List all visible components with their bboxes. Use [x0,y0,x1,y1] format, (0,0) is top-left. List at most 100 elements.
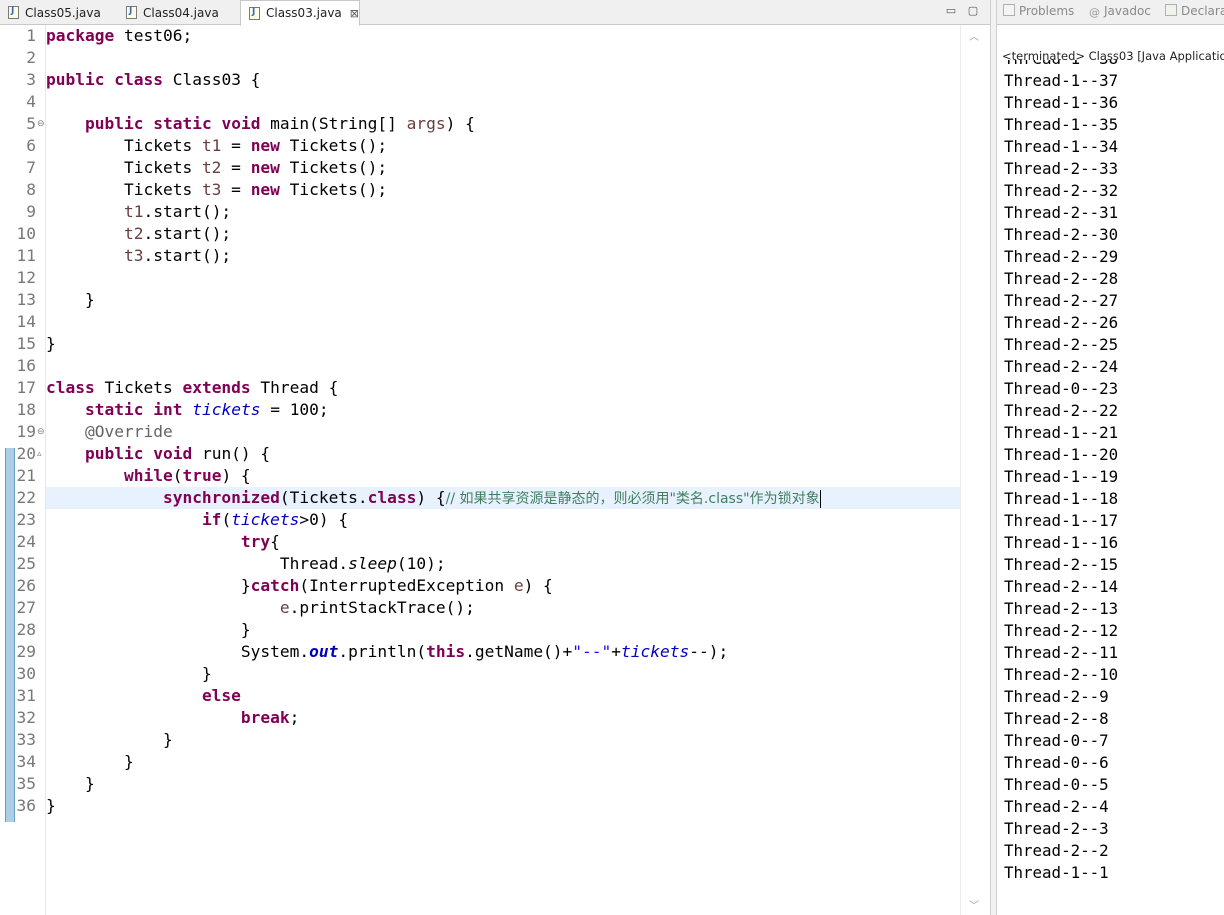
code-line-23: if(tickets>0) { [201,510,349,529]
console-output-line: Thread-0--23 [1004,379,1119,398]
console-view[interactable]: Problems @ Javadoc Declara <terminated> C… [997,0,1224,915]
pane-splitter[interactable] [990,0,997,915]
code-line-24: try{ [240,532,280,551]
tab-class03[interactable]: Class03.java ⊠ [240,0,360,26]
fold-collapse-icon[interactable]: ⊖ [37,113,45,135]
scroll-down-icon[interactable]: ﹀ [969,897,979,912]
code-line-34: } [46,752,134,771]
editor-vertical-scrollbar[interactable]: ︿ ﹀ [960,25,990,915]
tab-javadoc[interactable]: @ Javadoc [1089,4,1151,19]
tab-declaration[interactable]: Declara [1165,4,1224,18]
console-output-line: Thread-2--13 [1004,599,1119,618]
tab-class05[interactable]: Class05.java [0,0,118,25]
console-output-line: Thread-0--5 [1004,775,1109,794]
console-output-line: Thread-1--38 [1004,60,1118,70]
console-output-line: Thread-2--27 [1004,291,1119,310]
line-number: 13 [16,290,37,309]
close-tab-icon[interactable]: ⊠ [350,7,359,20]
problems-icon [1003,4,1015,16]
line-number: 29 [16,642,37,661]
code-line-9: t1.start(); [123,202,232,221]
code-line-8: Tickets t3 = new Tickets(); [46,180,388,199]
override-marker-icon[interactable]: ▵ [37,443,42,465]
line-number: 17 [16,378,37,397]
console-output-line: Thread-1--35 [1004,115,1119,134]
line-number: 15 [16,334,37,353]
console-output-line: Thread-1--21 [1004,423,1119,442]
code-line-7: Tickets t2 = new Tickets(); [46,158,388,177]
code-line-31: else [201,686,241,705]
console-output-line: Thread-2--10 [1004,665,1119,684]
code-line-21: while(true) { [123,466,251,485]
declaration-icon [1165,4,1177,16]
maximize-icon[interactable]: ▢ [966,4,980,18]
line-number: 27 [16,598,37,617]
line-number: 36 [16,796,37,815]
scroll-up-icon[interactable]: ︿ [969,28,979,43]
code-line-30: } [46,664,212,683]
line-number-gutter: 1 2 3 4 5 ⊖ 6 7 8 9 10 11 12 13 14 15 16 17 18 19 ⊖ 20 ▵ 21 22 23… [0,25,46,915]
code-line-17: class Tickets extends Thread { [46,378,339,397]
console-tab-bar: Problems @ Javadoc Declara [997,0,1224,25]
line-number: 4 [26,92,36,111]
code-line-11: t3.start(); [123,246,232,265]
line-number: 31 [16,686,37,705]
line-number: 18 [16,400,37,419]
line-number: 16 [16,356,37,375]
line-number: 30 [16,664,37,683]
console-output-line: Thread-2--28 [1004,269,1119,288]
line-number: 28 [16,620,37,639]
console-output-line: Thread-2--4 [1004,797,1109,816]
tab-class04[interactable]: Class04.java [118,0,240,25]
text-caret [819,489,821,508]
console-output-line: Thread-1--19 [1004,467,1119,486]
code-line-3: public class Class03 { [46,70,261,89]
java-file-icon [249,6,260,20]
line-number: 35 [16,774,37,793]
line-number: 23 [16,510,37,529]
tab-label: Declara [1181,4,1224,18]
console-output-line: Thread-2--9 [1004,687,1109,706]
line-number: 8 [26,180,36,199]
console-output-line: Thread-2--12 [1004,621,1119,640]
line-number: 22 [16,488,37,507]
console-output-line: Thread-2--3 [1004,819,1109,838]
line-number: 12 [16,268,37,287]
javadoc-icon: @ [1089,6,1100,19]
code-line-28: } [46,620,251,639]
console-output-line: Thread-2--14 [1004,577,1119,596]
code-line-27: e.printStackTrace(); [279,598,475,617]
code-line-19: @Override [84,422,173,441]
minimize-icon[interactable]: ▭ [944,4,958,18]
code-line-10: t2.start(); [123,224,232,243]
tab-problems[interactable]: Problems [1003,4,1074,18]
tab-label: Class03.java [265,6,342,20]
console-output[interactable]: Thread-1--38Thread-1--37 Thread-1--36 Thre… [997,60,1224,915]
line-number: 2 [26,48,36,67]
console-output-line: Thread-2--29 [1004,247,1119,266]
console-output-line: Thread-2--22 [1004,401,1119,420]
code-line-26: }catch(InterruptedException e) { [46,576,553,595]
code-area[interactable]: package test06; public class Class03 { p… [46,25,960,915]
code-line-32: break; [240,708,300,727]
console-output-line: Thread-2--32 [1004,181,1119,200]
console-output-line: Thread-2--31 [1004,203,1119,222]
console-output-line: Thread-1--18 [1004,489,1119,508]
console-output-line: Thread-1--16 [1004,533,1119,552]
line-number: 7 [26,158,36,177]
java-file-icon [126,6,137,19]
code-editor[interactable]: Class05.java Class04.java Class03.java ⊠… [0,0,990,915]
console-output-line: Thread-1--37 [1004,71,1119,90]
tab-label: Class04.java [143,5,219,20]
console-output-line: Thread-0--7 [1004,731,1109,750]
line-number: 34 [16,752,37,771]
line-number: 10 [16,224,37,243]
tab-label: Javadoc [1104,4,1151,18]
tab-label: Problems [1019,4,1075,18]
console-output-line: Thread-2--26 [1004,313,1119,332]
console-output-line: Thread-2--8 [1004,709,1109,728]
fold-collapse-icon[interactable]: ⊖ [37,421,45,443]
console-output-line: Thread-1--20 [1004,445,1119,464]
line-number: 9 [26,202,36,221]
line-number: 26 [16,576,37,595]
